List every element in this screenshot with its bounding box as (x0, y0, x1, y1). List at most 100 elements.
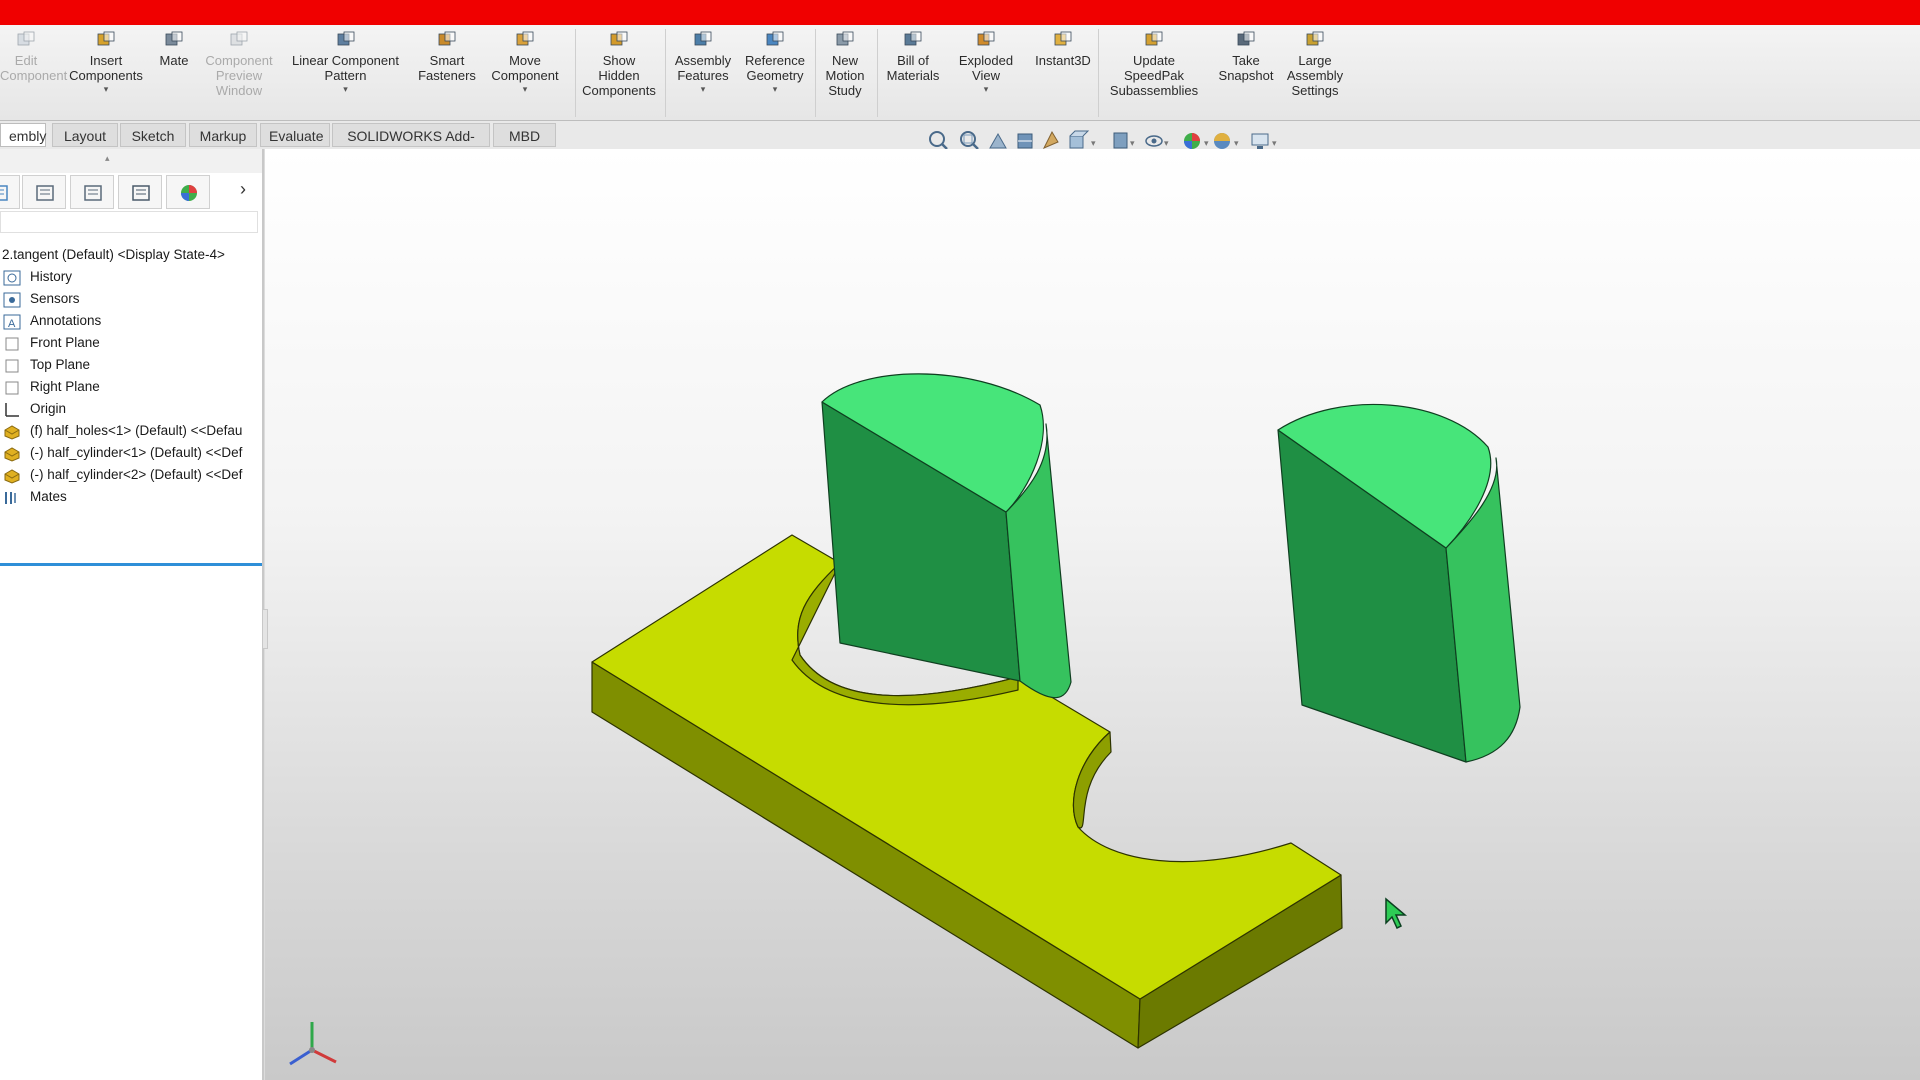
svg-text:▾: ▾ (1234, 138, 1239, 148)
ribbon-button-label: Assembly Features (674, 53, 732, 83)
tab-sketch[interactable]: Sketch (120, 123, 186, 147)
dropdown-arrow-icon[interactable]: ▾ (484, 85, 566, 94)
instant3d-icon (1053, 31, 1073, 49)
ribbon-button-1[interactable]: Insert Components ▾ (62, 31, 150, 94)
tab-layout[interactable]: Layout (52, 123, 118, 147)
ribbon-button-label: Show Hidden Components (582, 53, 656, 98)
dropdown-arrow-icon[interactable]: ▾ (668, 85, 738, 94)
ribbon-separator (665, 29, 666, 117)
part-icon (3, 445, 21, 462)
dropdown-arrow-icon[interactable]: ▾ (283, 85, 408, 94)
camera-icon (1236, 31, 1256, 49)
dim-xpert-icon (179, 184, 199, 202)
panel-configuration-manager-icon[interactable] (118, 175, 162, 209)
zoom-to-fit-icon[interactable] (929, 131, 948, 150)
tab-mbd[interactable]: MBD (493, 123, 556, 147)
component-preview-icon (229, 31, 249, 49)
view-settings-icon[interactable]: ▾ (1251, 133, 1277, 149)
ribbon-button-2[interactable]: Mate (153, 31, 195, 68)
component-tree-icon (0, 184, 9, 202)
plane-icon (3, 379, 21, 395)
linear-pattern-icon (336, 31, 356, 49)
panel-splitter-handle[interactable] (262, 609, 268, 649)
ribbon-button-3[interactable]: Component Preview Window (200, 31, 278, 98)
ribbon-button-label: Mate (159, 53, 189, 68)
part-icon (3, 467, 21, 484)
ribbon-button-14[interactable]: Update SpeedPak Subassemblies (1104, 31, 1204, 98)
bill-of-materials-icon (903, 31, 923, 49)
ribbon-button-4[interactable]: Linear Component Pattern ▾ (283, 31, 408, 94)
tab-assembly[interactable]: embly (0, 123, 46, 147)
half-cylinder-1[interactable] (821, 373, 1072, 699)
ribbon-button-0[interactable]: Edit Component (0, 31, 67, 83)
ribbon-button-7[interactable]: Show Hidden Components (578, 31, 660, 98)
dropdown-arrow-icon[interactable]: ▾ (954, 85, 1018, 94)
half-cylinder-2[interactable] (1277, 403, 1521, 763)
svg-text:▾: ▾ (1272, 138, 1277, 148)
command-manager-ribbon: Edit Component Insert Components ▾ Mate Comp… (0, 25, 1920, 121)
ribbon-button-label: Instant3D (1035, 53, 1091, 68)
ribbon-button-label: Update SpeedPak Subassemblies (1109, 53, 1199, 98)
panel-property-manager-icon[interactable] (70, 175, 114, 209)
ribbon-button-6[interactable]: Move Component ▾ (484, 31, 566, 94)
display-style-icon[interactable]: ▾ (1113, 132, 1135, 149)
ribbon-button-label: New Motion Study (825, 53, 865, 98)
tab-markup[interactable]: Markup (189, 123, 257, 147)
collapse-arrow-icon[interactable]: ▴ (105, 153, 110, 164)
plane-icon (3, 335, 21, 351)
section-view-icon[interactable] (1017, 133, 1033, 149)
insert-components-icon (96, 31, 116, 49)
rollback-bar[interactable] (0, 563, 262, 566)
graphics-area[interactable] (265, 149, 1920, 1080)
mates-icon (3, 489, 21, 505)
zoom-to-area-icon[interactable] (960, 131, 979, 150)
mate-icon (164, 31, 184, 49)
edit-appearance-icon[interactable]: ▾ (1184, 133, 1209, 149)
dropdown-arrow-icon[interactable]: ▾ (62, 85, 150, 94)
plane-icon (3, 357, 21, 373)
ribbon-button-label: Take Snapshot (1218, 53, 1274, 83)
exploded-view-icon (976, 31, 996, 49)
filter-bar[interactable] (0, 211, 258, 233)
panel-dim-xpert-icon[interactable] (166, 175, 210, 209)
apply-scene-icon[interactable]: ▾ (1214, 133, 1239, 149)
ribbon-button-label: Bill of Materials (886, 53, 940, 83)
tab-solidworks-add-ins[interactable]: SOLIDWORKS Add-Ins (332, 123, 490, 168)
configuration-manager-icon (131, 184, 151, 202)
ribbon-button-5[interactable]: Smart Fasteners (412, 31, 482, 83)
svg-text:A: A (8, 318, 16, 330)
svg-text:▾: ▾ (1130, 138, 1135, 148)
panel-chevron-right-icon[interactable]: › (240, 179, 246, 200)
ribbon-button-8[interactable]: Assembly Features ▾ (668, 31, 738, 94)
view-orientation-icon[interactable]: ▾ (1069, 130, 1096, 149)
ribbon-button-9[interactable]: Reference Geometry ▾ (740, 31, 810, 94)
ribbon-button-13[interactable]: Instant3D (1030, 31, 1096, 68)
large-assembly-icon (1305, 31, 1325, 49)
ribbon-button-15[interactable]: Take Snapshot (1212, 31, 1280, 83)
feature-manager-icon (35, 184, 55, 202)
ribbon-button-11[interactable]: Bill of Materials (880, 31, 946, 83)
previous-view-icon[interactable] (989, 132, 1007, 149)
feature-manager-panel: › ▴ 2.tangent (Default) <Display State-4> H… (0, 149, 268, 1080)
speedpak-icon (1144, 31, 1164, 49)
ribbon-button-16[interactable]: Large Assembly Settings (1280, 31, 1350, 98)
svg-text:▾: ▾ (1204, 138, 1209, 148)
history-icon (3, 269, 21, 286)
panel-component-tree-icon[interactable] (0, 175, 20, 209)
ribbon-button-label: Large Assembly Settings (1286, 53, 1344, 98)
ribbon-button-10[interactable]: New Motion Study (814, 31, 876, 98)
ribbon-button-label: Move Component (491, 53, 559, 83)
tab-evaluate[interactable]: Evaluate (260, 123, 330, 147)
panel-feature-manager-icon[interactable] (22, 175, 66, 209)
ribbon-button-label: Edit Component (0, 53, 68, 83)
part-icon (3, 423, 21, 440)
edit-component-icon (16, 31, 36, 49)
dynamic-annotation-icon[interactable] (1042, 130, 1059, 149)
property-manager-icon (83, 184, 103, 202)
hide-show-items-icon[interactable]: ▾ (1145, 135, 1169, 148)
assembly-features-icon (693, 31, 713, 49)
ribbon-button-label: Component Preview Window (205, 53, 273, 98)
dropdown-arrow-icon[interactable]: ▾ (740, 85, 810, 94)
ribbon-button-12[interactable]: Exploded View ▾ (954, 31, 1018, 94)
title-bar (0, 0, 1920, 25)
